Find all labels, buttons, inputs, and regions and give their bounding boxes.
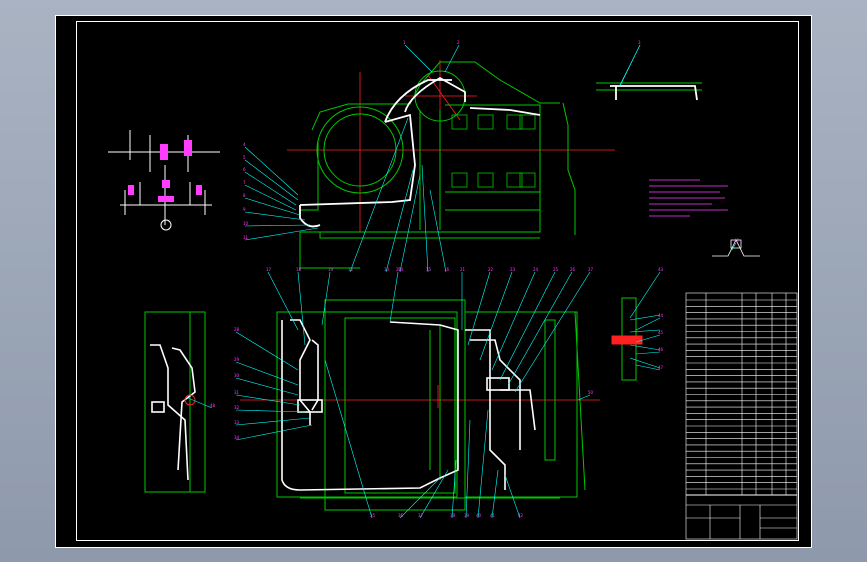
balloon-label: 34 — [234, 435, 240, 440]
balloon-label: 25 — [553, 267, 559, 272]
balloon-label: 31 — [234, 390, 240, 395]
balloon-label: 29 — [234, 357, 240, 362]
balloon-label: 45 — [658, 330, 664, 335]
balloon-label: 11 — [243, 235, 249, 240]
balloon-label: 39 — [464, 513, 470, 518]
balloon-label: 23 — [510, 267, 516, 272]
balloon-label: 15 — [426, 267, 432, 272]
balloon-label: 46 — [658, 347, 664, 352]
balloon-label: 12 — [348, 267, 354, 272]
balloon-label: 38 — [450, 513, 456, 518]
balloon-label: 48 — [210, 403, 216, 408]
balloon-label: 21 — [460, 267, 466, 272]
balloon-label: 10 — [243, 221, 249, 226]
balloon-label: 24 — [533, 267, 539, 272]
balloon-label: 27 — [588, 267, 594, 272]
balloon-label: 49 — [734, 238, 740, 243]
balloon-label: 43 — [658, 267, 664, 272]
balloon-label: 42 — [518, 513, 524, 518]
balloon-label: 19 — [328, 267, 334, 272]
balloon-label: 22 — [488, 267, 494, 272]
drawing-sheet — [55, 15, 812, 548]
balloon-label: 44 — [658, 313, 664, 318]
balloon-label: 18 — [296, 267, 302, 272]
balloon-label: 36 — [398, 513, 404, 518]
balloon-label: 30 — [234, 373, 240, 378]
balloon-label: 20 — [396, 267, 402, 272]
balloon-label: 40 — [476, 513, 482, 518]
balloon-label: 37 — [418, 513, 424, 518]
balloon-label: 35 — [370, 513, 376, 518]
balloon-label: 33 — [234, 420, 240, 425]
balloon-label: 47 — [658, 365, 664, 370]
balloon-label: 41 — [490, 513, 496, 518]
balloon-label: 16 — [444, 267, 450, 272]
balloon-label: 17 — [266, 267, 272, 272]
cad-drawing-viewport[interactable]: 1 2 3456789101112 13 14 15 1617 18 19 20 21 22 23 24 2… — [0, 0, 867, 562]
balloon-label: 28 — [234, 327, 240, 332]
balloon-label: 50 — [588, 390, 594, 395]
balloon-label: 26 — [570, 267, 576, 272]
balloon-label: 13 — [384, 267, 390, 272]
balloon-label: 32 — [234, 405, 240, 410]
